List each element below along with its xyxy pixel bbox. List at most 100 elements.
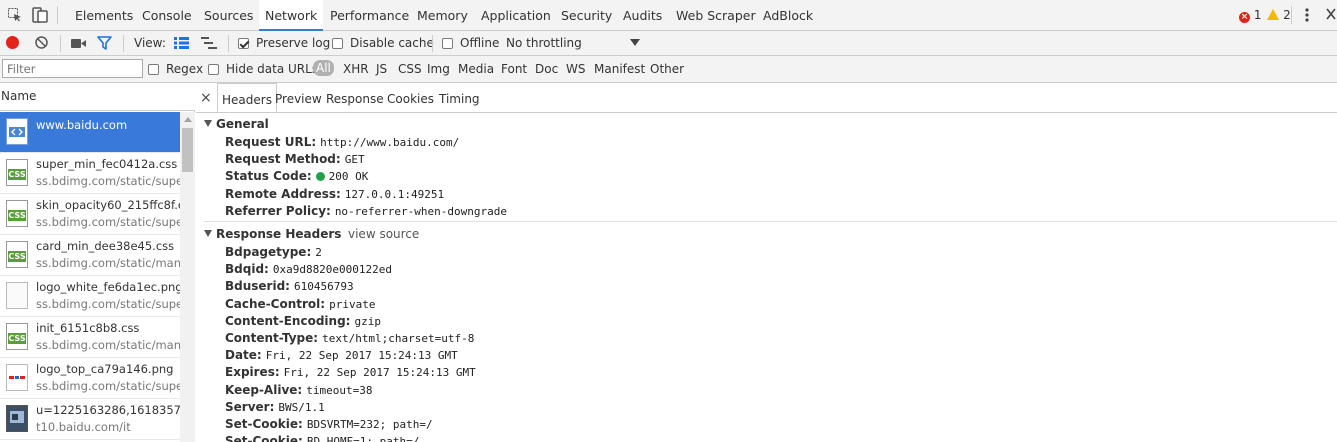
warning-count: 2 bbox=[1283, 8, 1291, 22]
tab-console[interactable]: Console bbox=[142, 0, 192, 30]
filter-type-js[interactable]: JS bbox=[376, 62, 387, 76]
detail-tab-cookies[interactable]: Cookies bbox=[387, 83, 434, 111]
hide-data-urls-checkbox[interactable] bbox=[208, 64, 219, 75]
request-row[interactable]: www.baidu.com bbox=[0, 112, 180, 153]
filter-type-xhr[interactable]: XHR bbox=[343, 62, 369, 76]
record-button[interactable] bbox=[6, 36, 19, 49]
tab-elements[interactable]: Elements bbox=[75, 0, 133, 30]
large-rows-icon[interactable] bbox=[174, 37, 189, 49]
toolbar-divider bbox=[123, 35, 124, 52]
regex-checkbox[interactable] bbox=[148, 64, 159, 75]
header-name: Set-Cookie: bbox=[225, 434, 303, 442]
request-row[interactable]: logo_white_fe6da1ec.png ss.bdimg.com/stat… bbox=[0, 276, 180, 317]
filter-type-media[interactable]: Media bbox=[458, 62, 494, 76]
close-devtools-icon[interactable] bbox=[1326, 8, 1336, 20]
throttling-select[interactable]: No throttling bbox=[506, 31, 641, 56]
preserve-log-checkbox[interactable] bbox=[238, 38, 249, 49]
toolbar-divider bbox=[60, 35, 61, 52]
filter-input[interactable] bbox=[2, 59, 143, 78]
request-row[interactable]: CSS skin_opacity60_215ffc8f.css ss.bdimg.c… bbox=[0, 194, 180, 235]
request-row[interactable]: logo_top_ca79a146.png ss.bdimg.com/static… bbox=[0, 358, 180, 399]
header-row: Bdpagetype: 2 bbox=[225, 245, 322, 259]
detail-tab-timing[interactable]: Timing bbox=[439, 83, 480, 111]
filter-type-ws[interactable]: WS bbox=[566, 62, 585, 76]
header-name: Remote Address: bbox=[225, 186, 341, 201]
general-section-title: General bbox=[216, 117, 269, 131]
more-options-icon[interactable] bbox=[1304, 6, 1310, 24]
request-row[interactable]: CSS super_min_fec0412a.css ss.bdimg.com/st… bbox=[0, 153, 180, 194]
request-row[interactable]: u=1225163286,161835724 t10.baidu.com/it bbox=[0, 399, 180, 440]
header-value: text/html;charset=utf-8 bbox=[322, 332, 475, 345]
disable-cache-label: Disable cache bbox=[350, 36, 434, 50]
header-value: BWS/1.1 bbox=[278, 400, 325, 414]
view-label: View: bbox=[134, 36, 166, 50]
close-detail-icon[interactable]: × bbox=[200, 90, 212, 106]
waterfall-view-icon[interactable] bbox=[201, 37, 217, 49]
filter-type-doc[interactable]: Doc bbox=[535, 62, 558, 76]
filter-bar: Regex Hide data URLs All XHR JS CSS Img Media… bbox=[0, 56, 1337, 83]
scrollbar-thumb[interactable] bbox=[182, 128, 193, 172]
header-row: Referrer Policy: no-referrer-when-downgra… bbox=[225, 204, 507, 218]
request-name: skin_opacity60_215ffc8f.css bbox=[36, 198, 180, 212]
offline-label: Offline bbox=[460, 36, 500, 50]
view-source-link[interactable]: view source bbox=[348, 227, 419, 241]
tab-audits[interactable]: Audits bbox=[623, 0, 662, 30]
devtools-tab-bar: Elements Console Sources Network Performance… bbox=[0, 0, 1337, 31]
css-file-icon: CSS bbox=[6, 241, 28, 268]
tab-application[interactable]: Application bbox=[481, 0, 551, 30]
header-name: Request URL: bbox=[225, 135, 317, 149]
tab-web-scraper[interactable]: Web Scraper bbox=[676, 0, 756, 30]
filter-type-manifest[interactable]: Manifest bbox=[594, 62, 645, 76]
request-row[interactable]: CSS init_6151c8b8.css ss.bdimg.com/static/… bbox=[0, 317, 180, 358]
header-name: Expires: bbox=[225, 365, 280, 380]
detail-tab-response[interactable]: Response bbox=[326, 83, 384, 111]
tab-memory[interactable]: Memory bbox=[417, 0, 468, 30]
filter-type-font[interactable]: Font bbox=[501, 62, 527, 76]
header-value: private bbox=[329, 297, 376, 311]
baidu-logo-icon bbox=[6, 364, 28, 391]
header-row: Content-Encoding: gzip bbox=[225, 314, 381, 328]
clear-icon[interactable] bbox=[35, 36, 48, 49]
tab-adblock[interactable]: AdBlock bbox=[763, 0, 813, 30]
response-headers-title: Response Headers bbox=[216, 227, 342, 241]
detail-tab-preview[interactable]: Preview bbox=[275, 83, 322, 111]
filter-type-other[interactable]: Other bbox=[650, 62, 684, 76]
header-row: Keep-Alive: timeout=38 bbox=[225, 383, 372, 397]
filter-type-css[interactable]: CSS bbox=[398, 62, 422, 76]
header-name: Bduserid: bbox=[225, 279, 290, 294]
detail-tab-headers[interactable]: Headers bbox=[217, 83, 277, 112]
expand-triangle-icon bbox=[204, 120, 212, 127]
header-value: 0xa9d8820e000122ed bbox=[272, 263, 393, 277]
offline-checkbox[interactable] bbox=[442, 38, 453, 49]
request-name: super_min_fec0412a.css bbox=[36, 157, 178, 171]
error-counter[interactable]: × 1 2 bbox=[1239, 8, 1291, 23]
device-toolbar-icon[interactable] bbox=[32, 7, 48, 23]
name-column-header[interactable]: Name bbox=[0, 83, 195, 111]
request-list-scrollbar[interactable] bbox=[180, 112, 195, 442]
css-file-icon: CSS bbox=[6, 159, 28, 186]
header-value: gzip bbox=[354, 314, 381, 328]
css-file-icon: CSS bbox=[6, 323, 28, 350]
header-name: Request Method: bbox=[225, 152, 341, 167]
inspect-element-icon[interactable] bbox=[8, 8, 22, 22]
request-row[interactable]: CSS card_min_dee38e45.css ss.bdimg.com/sta… bbox=[0, 235, 180, 276]
filter-icon[interactable] bbox=[97, 36, 112, 50]
filter-type-all[interactable]: All bbox=[313, 60, 334, 76]
tab-performance[interactable]: Performance bbox=[330, 0, 409, 30]
screenshot-video-icon[interactable] bbox=[71, 38, 87, 49]
tab-security[interactable]: Security bbox=[561, 0, 612, 30]
general-section-toggle[interactable]: General bbox=[204, 117, 269, 131]
filter-type-img[interactable]: Img bbox=[427, 62, 450, 76]
header-value: 127.0.0.1:49251 bbox=[344, 187, 445, 201]
header-row: Request URL: http://www.baidu.com/ bbox=[225, 135, 459, 149]
header-row: Cache-Control: private bbox=[225, 297, 375, 311]
tab-sources[interactable]: Sources bbox=[204, 0, 253, 30]
disable-cache-checkbox[interactable] bbox=[332, 38, 343, 49]
header-value: BD_HOME=1; path=/ bbox=[306, 435, 420, 442]
hide-data-urls-label: Hide data URLs bbox=[226, 62, 319, 76]
tab-network[interactable]: Network bbox=[259, 0, 324, 31]
header-value: GET bbox=[344, 153, 365, 167]
scroll-up-arrow-icon[interactable] bbox=[184, 117, 192, 122]
header-value: BDSVRTM=232; path=/ bbox=[306, 418, 433, 431]
response-headers-section-toggle[interactable]: Response Headers bbox=[204, 227, 341, 241]
